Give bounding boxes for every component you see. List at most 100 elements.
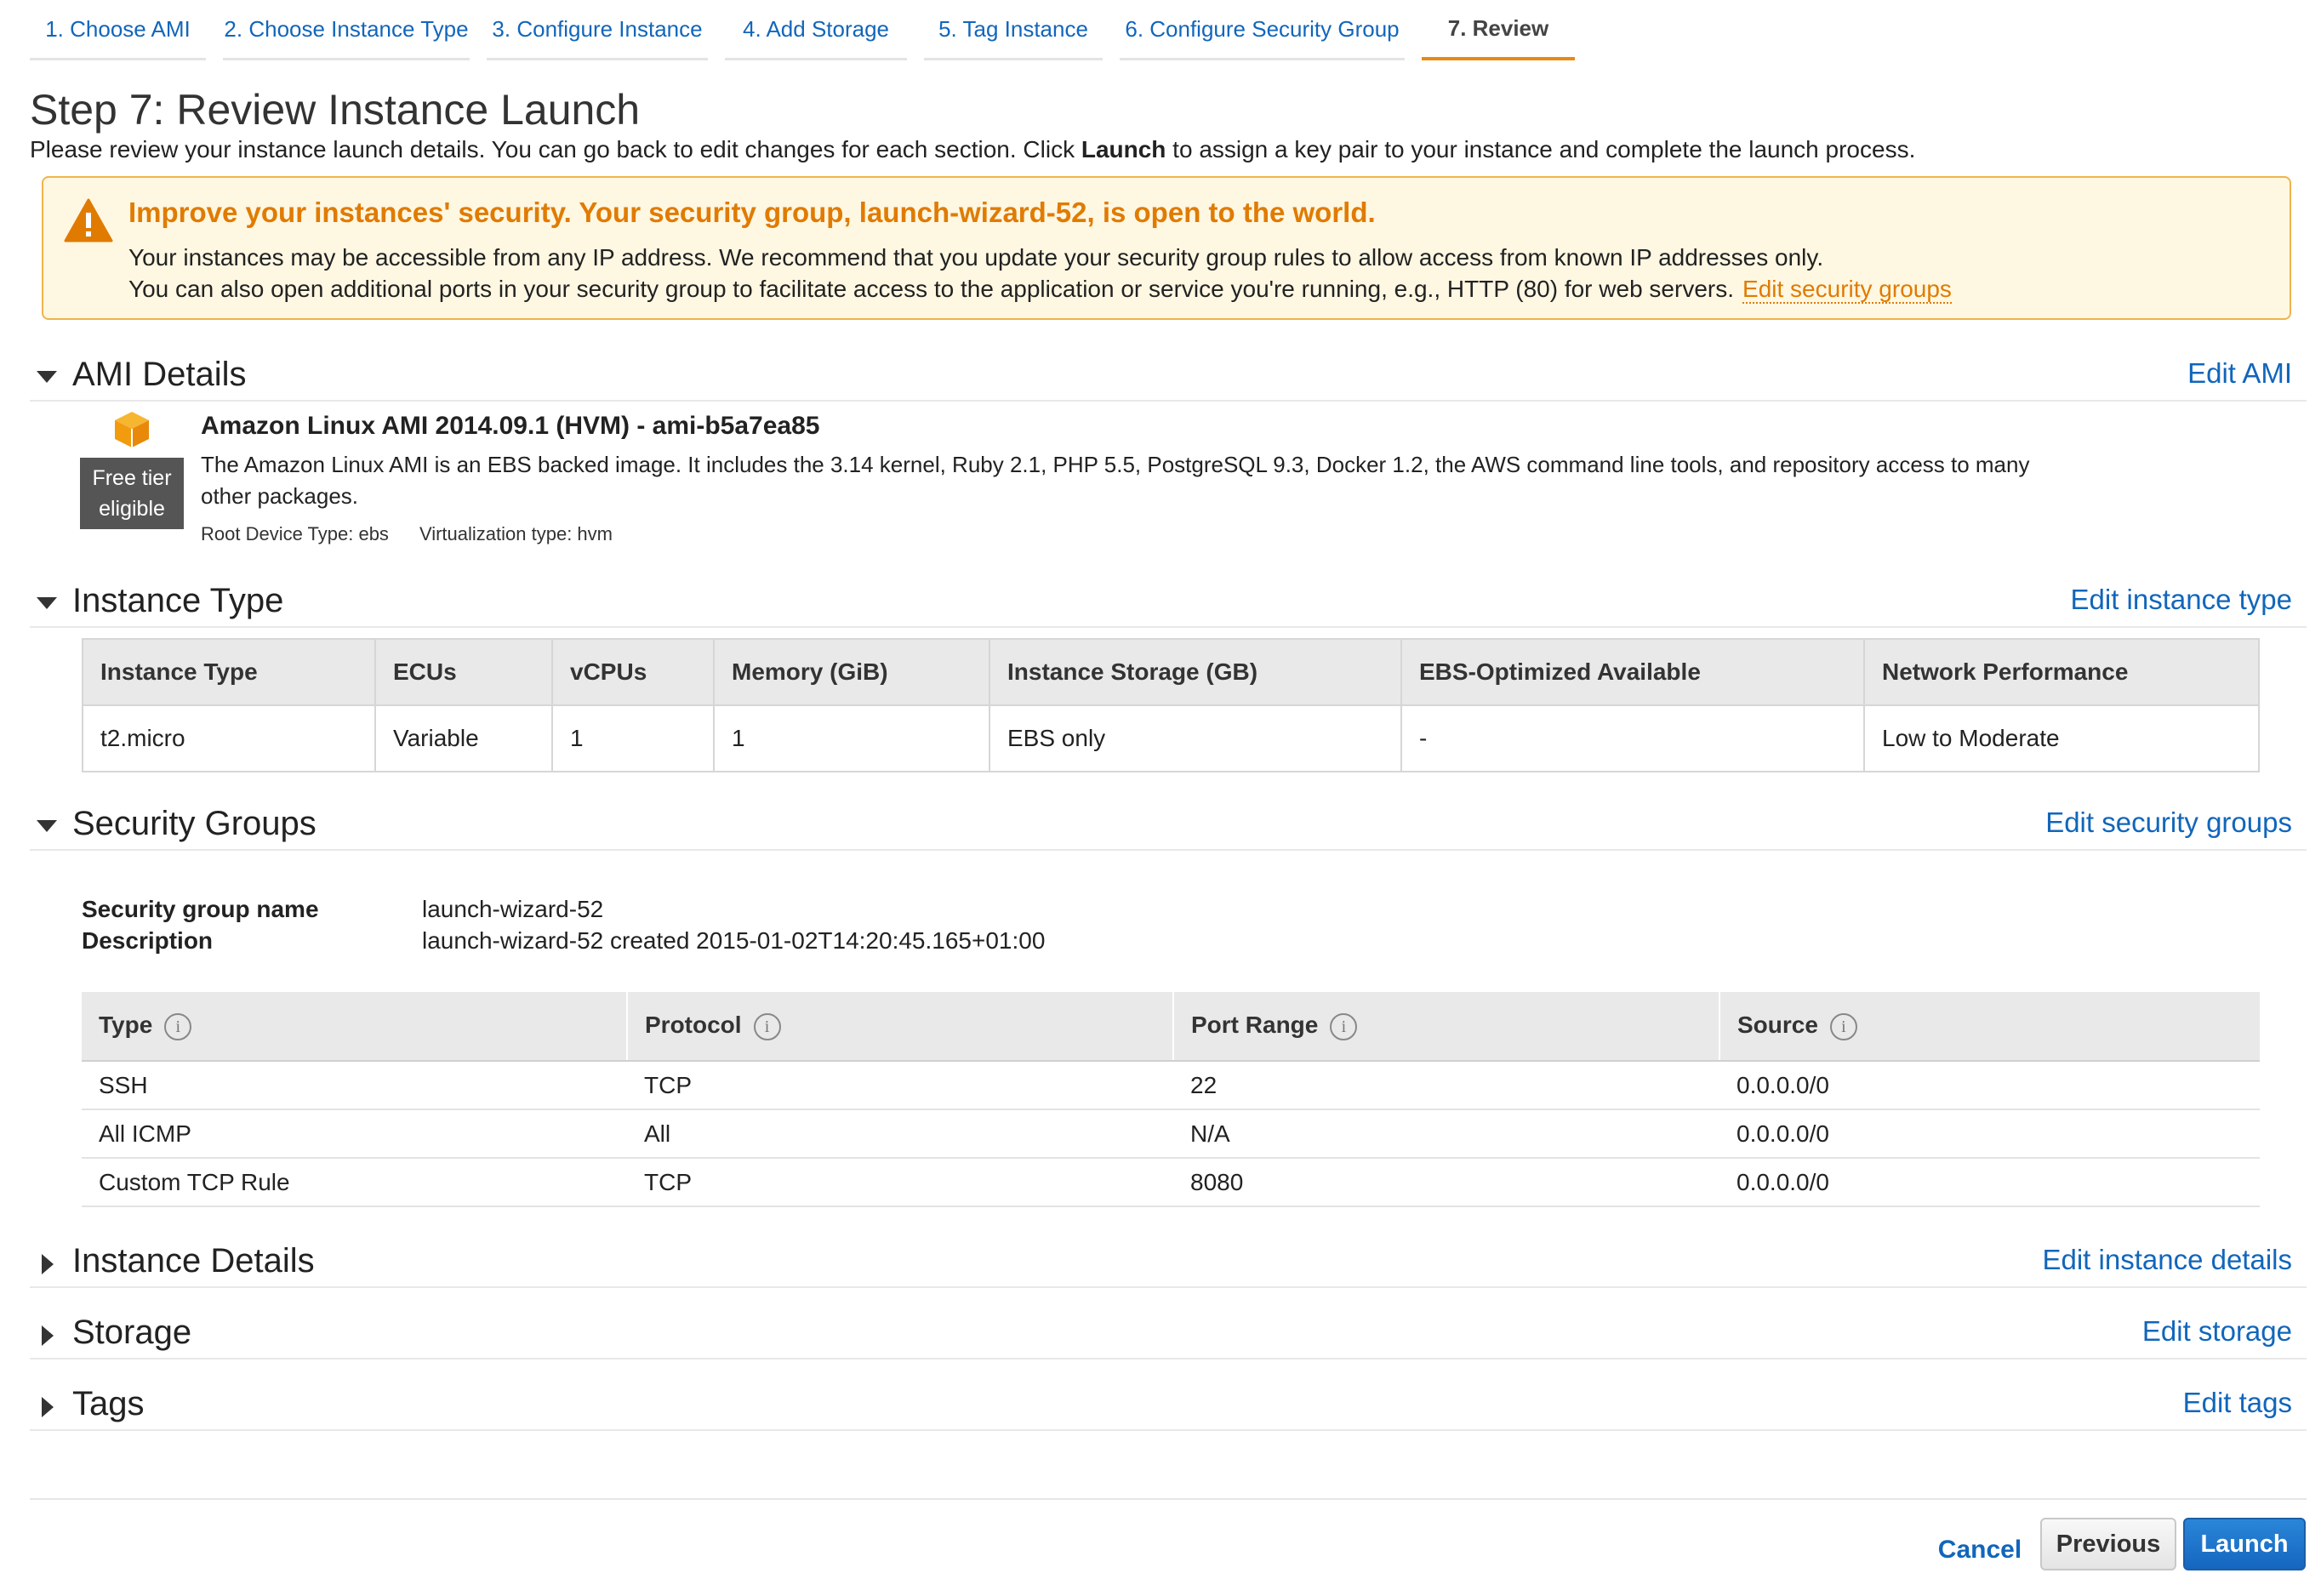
table-cell: N/A <box>1173 1109 1719 1159</box>
edit-storage-link[interactable]: Edit storage <box>2142 1315 2292 1348</box>
page-title: Step 7: Review Instance Launch <box>30 86 641 134</box>
edit-security-groups-link[interactable]: Edit security groups <box>2045 807 2292 839</box>
step-review[interactable]: 7. Review <box>1422 0 1575 60</box>
info-icon[interactable]: i <box>1330 1012 1358 1040</box>
step-choose-ami[interactable]: 1. Choose AMI <box>30 0 206 60</box>
storage-header: Storage Edit storage <box>30 1312 2307 1359</box>
table-cell: All <box>627 1109 1173 1159</box>
step-configure-instance[interactable]: 3. Configure Instance <box>487 0 708 60</box>
wizard-steps: 1. Choose AMI 2. Choose Instance Type 3.… <box>30 0 1592 63</box>
launch-button[interactable]: Launch <box>2183 1518 2306 1570</box>
tags-expand-toggle[interactable] <box>37 1397 55 1417</box>
amazon-box-icon <box>115 412 149 447</box>
step-configure-security-group[interactable]: 6. Configure Security Group <box>1120 0 1405 60</box>
security-warning-box: Improve your instances' security. Your s… <box>42 176 2291 320</box>
ami-name: Amazon Linux AMI 2014.09.1 (HVM) - ami-b… <box>201 412 820 440</box>
warning-line-2: You can also open additional ports in yo… <box>128 276 1952 304</box>
column-header-protocol: Protocol i <box>626 992 1173 1062</box>
step-choose-instance-type[interactable]: 2. Choose Instance Type <box>223 0 470 60</box>
instance-details-header: Instance Details Edit instance details <box>30 1240 2307 1288</box>
root-device-type: Root Device Type: ebs <box>201 523 389 544</box>
table-header-row: Instance Type ECUs vCPUs Memory (GiB) In… <box>82 638 2260 706</box>
caret-down-icon <box>37 820 57 832</box>
table-cell: EBS only <box>989 704 1402 772</box>
column-header: Memory (GiB) <box>713 638 990 706</box>
cancel-button[interactable]: Cancel <box>1925 1525 2035 1576</box>
security-groups-title: Security Groups <box>72 805 316 842</box>
storage-expand-toggle[interactable] <box>37 1325 55 1346</box>
column-header-source: Source i <box>1719 992 2260 1062</box>
column-header: Network Performance <box>1863 638 2260 706</box>
table-row: Custom TCP Rule TCP 8080 0.0.0.0/0 <box>82 1158 2260 1207</box>
security-groups-header: Security Groups Edit security groups <box>30 803 2307 851</box>
table-cell: 0.0.0.0/0 <box>1719 1061 2260 1110</box>
step-tag-instance[interactable]: 5. Tag Instance <box>924 0 1103 60</box>
security-group-name-value: launch-wizard-52 <box>422 896 604 922</box>
table-row: t2.micro Variable 1 1 EBS only - Low to … <box>82 704 2260 772</box>
ami-details-collapse-toggle[interactable] <box>37 368 57 386</box>
table-cell: 1 <box>551 704 715 772</box>
instance-type-header: Instance Type Edit instance type <box>30 580 2307 628</box>
column-header: ECUs <box>374 638 553 706</box>
edit-instance-type-link[interactable]: Edit instance type <box>2071 584 2293 616</box>
edit-instance-details-link[interactable]: Edit instance details <box>2042 1244 2292 1276</box>
caret-down-icon <box>37 371 57 383</box>
edit-tags-link[interactable]: Edit tags <box>2183 1387 2292 1419</box>
free-tier-eligible-badge: Free tier eligible <box>80 458 184 529</box>
virtualization-type: Virtualization type: hvm <box>419 523 613 544</box>
security-group-description-value: launch-wizard-52 created 2015-01-02T14:2… <box>422 927 1046 954</box>
table-cell: Low to Moderate <box>1863 704 2260 772</box>
step-add-storage[interactable]: 4. Add Storage <box>725 0 907 60</box>
caret-right-icon <box>42 1325 54 1346</box>
table-cell: Variable <box>374 704 553 772</box>
tags-header: Tags Edit tags <box>30 1383 2307 1431</box>
instance-type-table: Instance Type ECUs vCPUs Memory (GiB) In… <box>82 638 2260 772</box>
table-row: All ICMP All N/A 0.0.0.0/0 <box>82 1109 2260 1159</box>
ami-details-title: AMI Details <box>72 356 247 393</box>
table-cell: t2.micro <box>82 704 376 772</box>
column-header-label: Protocol <box>645 1012 742 1039</box>
tags-title: Tags <box>72 1385 145 1422</box>
info-icon[interactable]: i <box>164 1012 192 1040</box>
column-header-port-range: Port Range i <box>1172 992 1719 1062</box>
column-header: vCPUs <box>551 638 715 706</box>
table-row: SSH TCP 22 0.0.0.0/0 <box>82 1061 2260 1110</box>
intro-text-after: to assign a key pair to your instance an… <box>1166 136 1916 162</box>
instance-details-expand-toggle[interactable] <box>37 1254 55 1274</box>
security-group-description-label: Description <box>82 927 214 954</box>
review-instance-launch-page: 1. Choose AMI 2. Choose Instance Type 3.… <box>0 0 2321 1596</box>
table-cell: - <box>1400 704 1865 772</box>
warning-line-1: Your instances may be accessible from an… <box>128 244 1824 271</box>
storage-title: Storage <box>72 1314 192 1351</box>
table-cell: TCP <box>627 1061 1173 1110</box>
table-cell: 1 <box>713 704 990 772</box>
page-intro: Please review your instance launch detai… <box>30 136 1915 163</box>
edit-ami-link[interactable]: Edit AMI <box>2187 357 2292 390</box>
info-icon[interactable]: i <box>753 1012 781 1040</box>
table-cell: TCP <box>627 1158 1173 1207</box>
warning-line-2-text: You can also open additional ports in yo… <box>128 276 1735 302</box>
table-cell: 8080 <box>1173 1158 1719 1207</box>
instance-type-title: Instance Type <box>72 582 284 619</box>
warning-title: Improve your instances' security. Your s… <box>128 197 1376 228</box>
column-header-label: Type <box>99 1012 153 1039</box>
caret-down-icon <box>37 597 57 609</box>
instance-type-collapse-toggle[interactable] <box>37 594 57 613</box>
info-icon[interactable]: i <box>1829 1012 1857 1040</box>
table-cell: All ICMP <box>82 1109 627 1159</box>
security-groups-collapse-toggle[interactable] <box>37 817 57 835</box>
caret-right-icon <box>42 1254 54 1274</box>
ami-details-header: AMI Details Edit AMI <box>30 354 2307 402</box>
column-header: Instance Storage (GB) <box>989 638 1402 706</box>
column-header-label: Source <box>1737 1012 1818 1039</box>
table-cell: 0.0.0.0/0 <box>1719 1109 2260 1159</box>
table-cell: 0.0.0.0/0 <box>1719 1158 2260 1207</box>
warning-triangle-icon <box>64 198 113 242</box>
table-header-row: Type i Protocol i Port Range i Source i <box>82 992 2260 1062</box>
security-rules-table: Type i Protocol i Port Range i Source i SSH … <box>82 992 2260 1207</box>
warning-edit-security-groups-link[interactable]: Edit security groups <box>1742 276 1952 304</box>
column-header-type: Type i <box>82 992 627 1062</box>
previous-button[interactable]: Previous <box>2040 1518 2176 1570</box>
table-cell: Custom TCP Rule <box>82 1158 627 1207</box>
footer-divider <box>30 1498 2307 1500</box>
